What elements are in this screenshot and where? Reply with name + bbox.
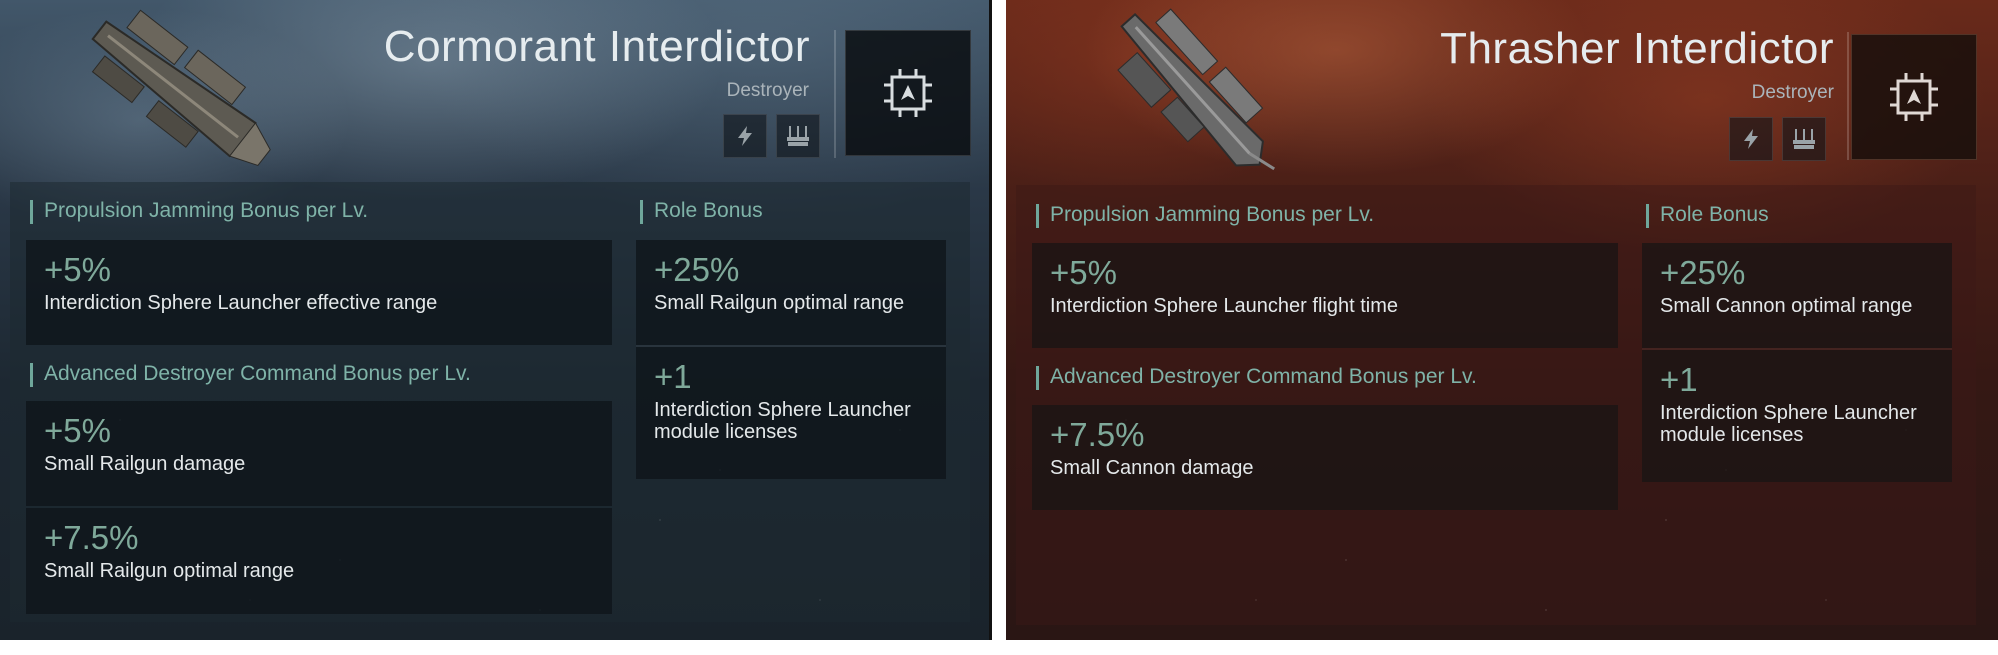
turret-icon[interactable]: [776, 114, 820, 158]
section-header-advanced: Advanced Destroyer Command Bonus per Lv.: [30, 362, 471, 387]
turret-icon[interactable]: [1782, 117, 1826, 161]
bonus-description: Small Railgun optimal range: [44, 560, 295, 582]
ship-image: [91, 9, 271, 167]
bonus-value: +1: [654, 358, 692, 395]
lightning-icon[interactable]: [723, 114, 767, 158]
bonus-description: Interdiction Sphere Launcher module lice…: [1660, 402, 1917, 446]
bonus-description: Interdiction Sphere Launcher effective r…: [44, 292, 438, 314]
bonus-description: Interdiction Sphere Launcher flight time: [1050, 295, 1398, 317]
header-divider: [1847, 32, 1849, 160]
bonus-value: +5%: [44, 412, 111, 449]
section-header-role: Role Bonus: [1646, 203, 1769, 228]
bonus-card: +25% Small Railgun optimal range: [636, 240, 946, 345]
section-header-propulsion: Propulsion Jamming Bonus per Lv.: [30, 199, 368, 224]
ship-class-label: Destroyer: [726, 80, 809, 101]
bonus-card: +5% Interdiction Sphere Launcher effecti…: [26, 240, 612, 345]
bonus-card: +1 Interdiction Sphere Launcher module l…: [1642, 350, 1952, 482]
bonus-value: +5%: [44, 251, 111, 288]
bonus-description: Small Railgun damage: [44, 453, 246, 475]
section-header-propulsion: Propulsion Jamming Bonus per Lv.: [1036, 203, 1374, 228]
ship-title: Thrasher Interdictor: [1440, 24, 1834, 73]
bonus-value: +7.5%: [44, 519, 139, 556]
bonus-value: +1: [1660, 361, 1698, 398]
bonus-card: +25% Small Cannon optimal range: [1642, 243, 1952, 348]
bonus-description: Small Railgun optimal range: [654, 292, 905, 314]
bonus-card: +7.5% Small Cannon damage: [1032, 405, 1618, 510]
lightning-icon[interactable]: [1729, 117, 1773, 161]
ship-panel-cormorant: Cormorant Interdictor Destroyer Propulsi…: [0, 0, 992, 640]
bonus-card: +1 Interdiction Sphere Launcher module l…: [636, 347, 946, 479]
interdictor-class-icon[interactable]: [845, 30, 971, 156]
bonus-card: +5% Small Railgun damage: [26, 401, 612, 506]
bonus-card: +5% Interdiction Sphere Launcher flight …: [1032, 243, 1618, 348]
bonus-description: Small Cannon damage: [1050, 457, 1254, 479]
ship-image: [1117, 8, 1276, 171]
interdictor-class-icon[interactable]: [1851, 34, 1977, 160]
bonus-value: +25%: [654, 251, 740, 288]
bonus-description: Small Cannon optimal range: [1660, 295, 1913, 317]
header-divider: [834, 30, 836, 158]
section-header-role: Role Bonus: [640, 199, 763, 224]
ship-class-label: Destroyer: [1751, 82, 1834, 103]
bonus-description: Interdiction Sphere Launcher module lice…: [654, 399, 911, 443]
bonus-value: +5%: [1050, 254, 1117, 291]
ship-title: Cormorant Interdictor: [383, 22, 810, 71]
bonus-value: +25%: [1660, 254, 1746, 291]
bonus-value: +7.5%: [1050, 416, 1145, 453]
ship-panel-thrasher: Thrasher Interdictor Destroyer Propulsio…: [1006, 0, 1998, 640]
bonus-card: +7.5% Small Railgun optimal range: [26, 508, 612, 614]
section-header-advanced: Advanced Destroyer Command Bonus per Lv.: [1036, 365, 1477, 390]
